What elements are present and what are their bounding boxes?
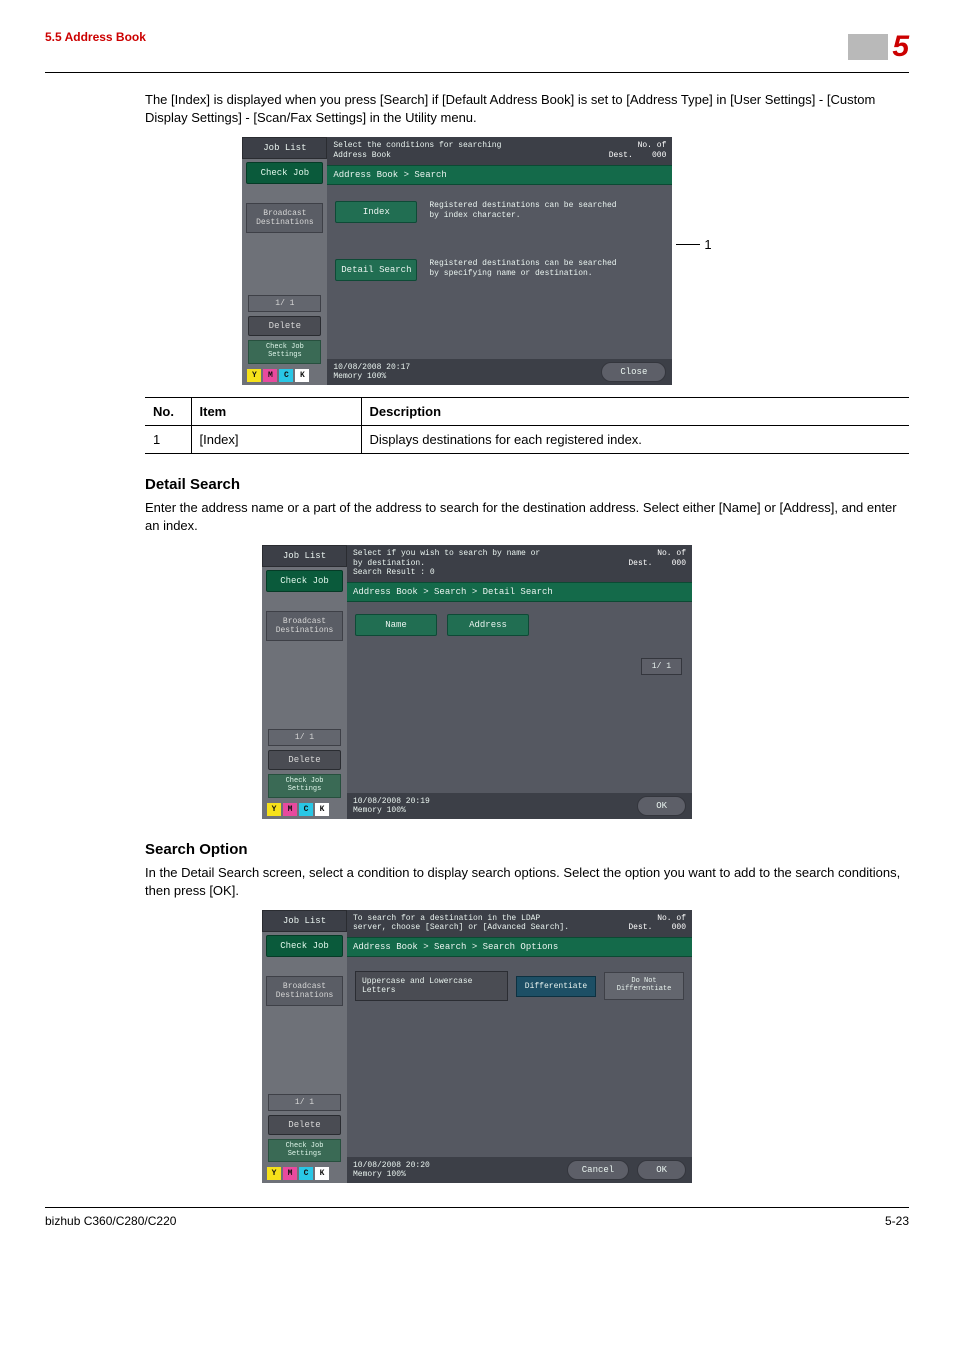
left-pager: 1/ 1 bbox=[248, 295, 321, 312]
cancel-button[interactable]: Cancel bbox=[567, 1160, 629, 1180]
page-footer: bizhub C360/C280/C220 5-23 bbox=[45, 1207, 909, 1228]
nodest-count: 000 bbox=[672, 559, 686, 568]
check-job-button[interactable]: Check Job bbox=[246, 162, 323, 184]
callout-1: 1 bbox=[676, 237, 711, 252]
screen1-memory: Memory 100% bbox=[333, 372, 410, 381]
left-pager: 1/ 1 bbox=[268, 1094, 341, 1111]
detail-search-para: Enter the address name or a part of the … bbox=[145, 499, 909, 535]
toner-y-icon: Y bbox=[247, 369, 261, 382]
check-job-button[interactable]: Check Job bbox=[266, 570, 343, 592]
check-job-settings-button[interactable]: Check Job Settings bbox=[248, 340, 321, 363]
device-screen-1: Job List Check Job Broadcast Destination… bbox=[242, 137, 672, 384]
screen2-memory: Memory 100% bbox=[353, 806, 430, 815]
detail-search-heading: Detail Search bbox=[145, 476, 909, 493]
table-row: 1 [Index] Displays destinations for each… bbox=[145, 425, 909, 453]
job-list-tab[interactable]: Job List bbox=[262, 910, 347, 932]
ok-button[interactable]: OK bbox=[637, 796, 686, 816]
close-button[interactable]: Close bbox=[601, 362, 666, 382]
toner-k-icon: K bbox=[315, 1167, 329, 1180]
intro-paragraph-1: The [Index] is displayed when you press … bbox=[145, 91, 909, 127]
toner-indicators: Y M C K bbox=[262, 800, 347, 819]
toner-m-icon: M bbox=[283, 803, 297, 816]
screen1-datetime: 10/08/2008 20:17 bbox=[333, 363, 410, 372]
header-rule bbox=[45, 72, 909, 73]
td-no: 1 bbox=[145, 425, 191, 453]
toner-c-icon: C bbox=[299, 803, 313, 816]
chapter-digit: 5 bbox=[892, 30, 909, 64]
toner-y-icon: Y bbox=[267, 803, 281, 816]
address-button[interactable]: Address bbox=[447, 614, 529, 636]
search-option-heading: Search Option bbox=[145, 841, 909, 858]
search-option-para: In the Detail Search screen, select a co… bbox=[145, 864, 909, 900]
th-item: Item bbox=[191, 397, 361, 425]
model-name: bizhub C360/C280/C220 bbox=[45, 1214, 176, 1228]
broadcast-dest-button[interactable]: Broadcast Destinations bbox=[266, 976, 343, 1006]
toner-k-icon: K bbox=[295, 369, 309, 382]
device-screen-3: Job List Check Job Broadcast Destination… bbox=[262, 910, 692, 1183]
nodest-count: 000 bbox=[652, 151, 666, 160]
index-help-text: Registered destinations can be searched … bbox=[429, 201, 616, 221]
toner-indicators: Y M C K bbox=[262, 1164, 347, 1183]
screen3-header-msg: To search for a destination in the LDAP … bbox=[353, 914, 569, 933]
delete-button[interactable]: Delete bbox=[248, 316, 321, 336]
screen1-header-msg: Select the conditions for searching Addr… bbox=[333, 141, 501, 160]
screen3-memory: Memory 100% bbox=[353, 1170, 430, 1179]
name-button[interactable]: Name bbox=[355, 614, 437, 636]
differentiate-button[interactable]: Differentiate bbox=[516, 976, 596, 997]
nodest-count: 000 bbox=[672, 923, 686, 932]
screen2-datetime: 10/08/2008 20:19 bbox=[353, 797, 430, 806]
broadcast-dest-button[interactable]: Broadcast Destinations bbox=[246, 203, 323, 233]
check-job-settings-button[interactable]: Check Job Settings bbox=[268, 774, 341, 797]
ok-button[interactable]: OK bbox=[637, 1160, 686, 1180]
chapter-bar bbox=[848, 34, 888, 60]
toner-y-icon: Y bbox=[267, 1167, 281, 1180]
do-not-differentiate-button[interactable]: Do Not Differentiate bbox=[604, 972, 684, 999]
case-option-label: Uppercase and Lowercase Letters bbox=[355, 971, 508, 1001]
chapter-number: 5 bbox=[848, 30, 909, 64]
callout-table: No. Item Description 1 [Index] Displays … bbox=[145, 397, 909, 454]
toner-c-icon: C bbox=[279, 369, 293, 382]
screen2-breadcrumb: Address Book > Search > Detail Search bbox=[347, 582, 692, 602]
right-pager: 1/ 1 bbox=[641, 658, 682, 675]
check-job-settings-button[interactable]: Check Job Settings bbox=[268, 1139, 341, 1162]
toner-indicators: Y M C K bbox=[242, 366, 327, 385]
job-list-tab[interactable]: Job List bbox=[242, 137, 327, 159]
broadcast-dest-button[interactable]: Broadcast Destinations bbox=[266, 611, 343, 641]
screen3-datetime: 10/08/2008 20:20 bbox=[353, 1161, 430, 1170]
toner-m-icon: M bbox=[263, 369, 277, 382]
page-number: 5-23 bbox=[885, 1214, 909, 1228]
toner-c-icon: C bbox=[299, 1167, 313, 1180]
td-desc: Displays destinations for each registere… bbox=[361, 425, 909, 453]
delete-button[interactable]: Delete bbox=[268, 1115, 341, 1135]
th-no: No. bbox=[145, 397, 191, 425]
index-button[interactable]: Index bbox=[335, 201, 417, 223]
screen2-header-msg: Select if you wish to search by name or … bbox=[353, 549, 540, 578]
detail-search-button[interactable]: Detail Search bbox=[335, 259, 417, 281]
check-job-button[interactable]: Check Job bbox=[266, 935, 343, 957]
job-list-tab[interactable]: Job List bbox=[262, 545, 347, 567]
toner-m-icon: M bbox=[283, 1167, 297, 1180]
screen1-breadcrumb: Address Book > Search bbox=[327, 165, 672, 185]
td-item: [Index] bbox=[191, 425, 361, 453]
screen3-breadcrumb: Address Book > Search > Search Options bbox=[347, 937, 692, 957]
device-screen-2: Job List Check Job Broadcast Destination… bbox=[262, 545, 692, 818]
left-pager: 1/ 1 bbox=[268, 729, 341, 746]
delete-button[interactable]: Delete bbox=[268, 750, 341, 770]
detail-help-text: Registered destinations can be searched … bbox=[429, 259, 616, 279]
section-id: 5.5 Address Book bbox=[45, 30, 146, 44]
toner-k-icon: K bbox=[315, 803, 329, 816]
th-desc: Description bbox=[361, 397, 909, 425]
